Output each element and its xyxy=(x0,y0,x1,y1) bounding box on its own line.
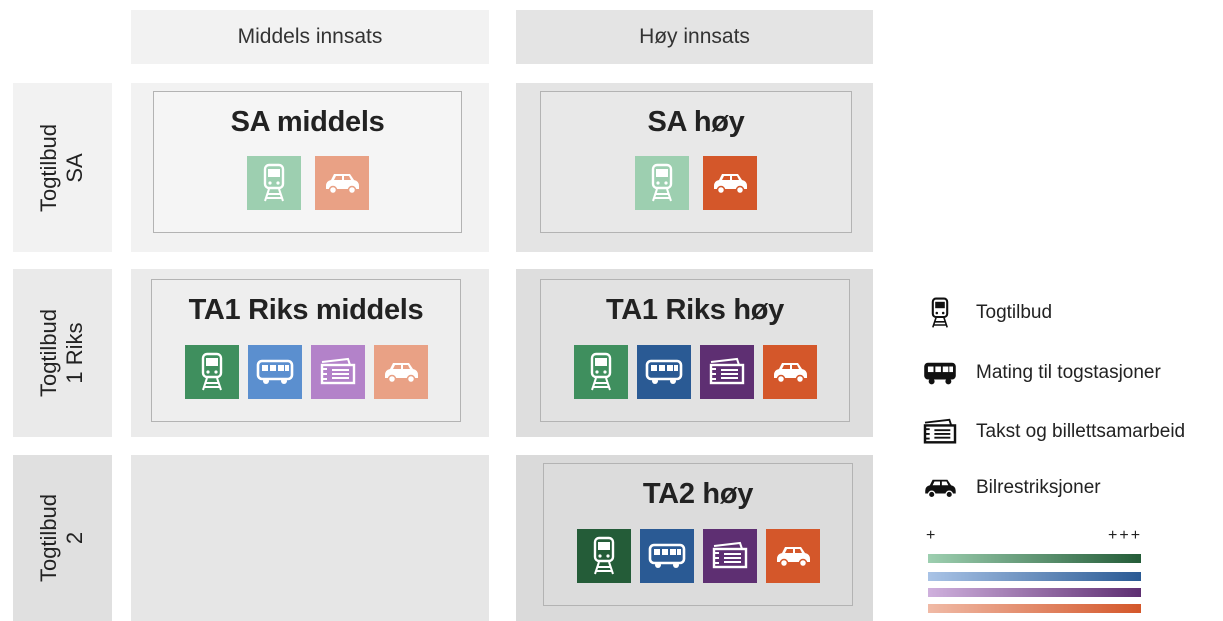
ticket-icon xyxy=(918,417,962,447)
legend-label: Takst og billettsamarbeid xyxy=(976,421,1186,442)
scenario-title: TA1 Riks middels xyxy=(188,294,424,326)
train-icon xyxy=(573,345,628,399)
gradient-bar-bus xyxy=(928,572,1141,581)
train-icon xyxy=(246,156,301,210)
bus-icon xyxy=(918,360,962,386)
car-icon xyxy=(373,345,428,399)
row-header-ta2: Togtilbud 2 xyxy=(13,455,112,621)
scale-low-label: + xyxy=(926,527,936,544)
car-icon xyxy=(703,156,757,210)
legend-item-bus: Mating til togstasjoner xyxy=(918,360,1161,386)
train-icon xyxy=(184,345,239,399)
row-header-ta1: Togtilbud 1 Riks xyxy=(13,269,112,437)
row-label-line2: 2 xyxy=(62,531,88,545)
scenario-title: SA høy xyxy=(647,106,745,138)
legend-label: Bilrestriksjoner xyxy=(976,477,1101,498)
car-icon xyxy=(762,345,817,399)
column-header-hoy: Høy innsats xyxy=(516,10,873,64)
column-header-label: Høy innsats xyxy=(639,25,750,48)
legend-item-car: Bilrestriksjoner xyxy=(918,476,1101,500)
scenario-title: TA2 høy xyxy=(642,478,754,510)
scenario-ta2-hoy: TA2 høy xyxy=(543,463,853,606)
scenario-sa-middels: SA middels xyxy=(153,91,462,233)
scenario-ta1-hoy: TA1 Riks høy xyxy=(540,279,850,422)
cell-ta2-middels-empty xyxy=(131,455,489,621)
legend-item-train: Togtilbud xyxy=(918,296,1052,330)
car-icon xyxy=(314,156,369,210)
scale-high-label: +++ xyxy=(1108,527,1143,544)
car-icon xyxy=(918,476,962,500)
scenario-title: SA middels xyxy=(230,106,385,138)
ticket-icon xyxy=(702,529,757,583)
row-label-line2: 1 Riks xyxy=(62,322,88,384)
train-icon xyxy=(918,296,962,330)
scenario-sa-hoy: SA høy xyxy=(540,91,852,233)
row-header-sa: Togtilbud SA xyxy=(13,83,112,252)
row-label-line1: Togtilbud xyxy=(36,308,62,398)
row-label-line2: SA xyxy=(62,152,88,183)
train-icon xyxy=(635,156,689,210)
legend-item-ticket: Takst og billettsamarbeid xyxy=(918,417,1185,447)
gradient-bar-ticket xyxy=(928,588,1141,597)
train-icon xyxy=(576,529,631,583)
scenario-ta1-middels: TA1 Riks middels xyxy=(151,279,461,422)
ticket-icon xyxy=(310,345,365,399)
bus-icon xyxy=(247,345,302,399)
scenario-title: TA1 Riks høy xyxy=(606,294,784,326)
row-label-line1: Togtilbud xyxy=(36,493,62,583)
bus-icon xyxy=(636,345,691,399)
ticket-icon xyxy=(699,345,754,399)
column-header-label: Middels innsats xyxy=(237,25,383,48)
gradient-bar-car xyxy=(928,604,1141,613)
car-icon xyxy=(765,529,820,583)
bus-icon xyxy=(639,529,694,583)
gradient-bar-train xyxy=(928,554,1141,563)
column-header-middels: Middels innsats xyxy=(131,10,489,64)
legend-label: Mating til togstasjoner xyxy=(976,362,1161,383)
legend-label: Togtilbud xyxy=(976,302,1053,323)
row-label-line1: Togtilbud xyxy=(36,123,62,212)
